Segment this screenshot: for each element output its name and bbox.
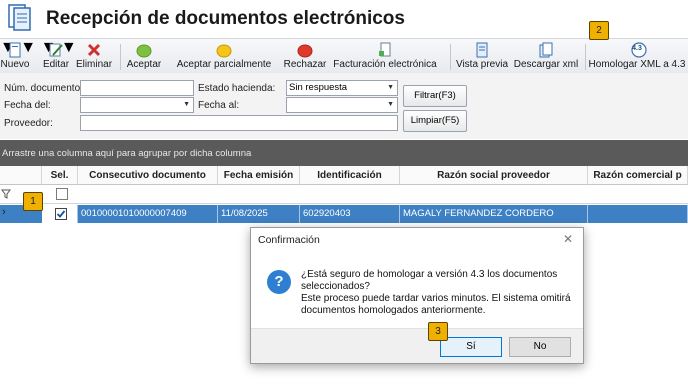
dialog-message-line: Este proceso puede tardar varios minutos… — [301, 293, 571, 304]
electronic-invoicing-button[interactable]: Facturación electrónica — [331, 40, 439, 72]
tax-status-select[interactable]: Sin respuesta ▼ — [286, 80, 398, 96]
row-indicator-header — [0, 166, 42, 185]
accept-partially-label: Aceptar parcialmente — [176, 59, 272, 70]
edit-icon — [49, 43, 63, 57]
homologate-xml-label: Homologar XML a 4.3 — [588, 59, 686, 70]
column-header-fecha[interactable]: Fecha emisión — [218, 166, 300, 185]
current-row-chevron-icon: › — [2, 206, 6, 218]
page-title: Recepción de documentos electrónicos — [46, 8, 405, 29]
date-to-label: Fecha al: — [198, 100, 240, 111]
filter-panel: Núm. documento: Estado hacienda: Sin res… — [0, 73, 688, 139]
accept-button[interactable]: Aceptar — [124, 40, 164, 72]
download-xml-label: Descargar xml — [513, 59, 579, 70]
step-badge-2: 2 — [589, 21, 609, 40]
supplier-label: Proveedor: — [4, 118, 53, 129]
homologate-icon-text: 4.3 — [632, 45, 642, 52]
row-select-checkbox[interactable] — [55, 208, 67, 220]
select-all-checkbox[interactable] — [56, 188, 68, 200]
date-from-label: Fecha del: — [4, 100, 51, 111]
dialog-message-line: ¿Está seguro de homologar a versión 4.3 … — [301, 269, 558, 280]
dialog-title: Confirmación — [258, 234, 320, 246]
filter-icon[interactable] — [1, 189, 11, 199]
group-by-hint: Arrastre una columna aquí para agrupar p… — [2, 148, 252, 159]
column-header-razon-comercial[interactable]: Razón comercial p — [588, 166, 688, 185]
column-header-sel[interactable]: Sel. — [42, 166, 78, 185]
close-icon[interactable]: ✕ — [563, 232, 573, 246]
electronic-invoicing-label: Facturación electrónica — [333, 59, 437, 70]
yes-button[interactable]: Sí — [440, 337, 502, 357]
tax-status-value: Sin respuesta — [289, 82, 348, 93]
toolbar-separator — [585, 44, 586, 70]
dialog-message: ¿Está seguro de homologar a versión 4.3 … — [301, 269, 571, 317]
toolbar-separator — [120, 44, 121, 70]
cell-razon-social: MAGALY FERNANDEZ CORDERO — [400, 205, 588, 223]
download-xml-icon — [539, 42, 553, 58]
question-icon: ? — [267, 270, 291, 294]
cell-consecutivo: 00100001010000007409 — [78, 205, 218, 223]
dialog-footer: Sí No — [251, 328, 583, 363]
document-number-input[interactable] — [80, 80, 194, 96]
green-circle-icon — [136, 44, 152, 58]
new-document-icon — [9, 42, 21, 58]
row-select-cell — [42, 205, 78, 223]
invoice-icon — [379, 42, 391, 57]
chevron-down-icon: ▼ — [183, 101, 190, 108]
reject-label: Rechazar — [283, 59, 327, 70]
homologate-xml-button[interactable]: 4.3 Homologar XML a 4.3 — [588, 40, 686, 72]
title-bar: Recepción de documentos electrónicos — [0, 0, 688, 38]
accept-partially-button[interactable]: Aceptar parcialmente — [174, 40, 274, 72]
download-xml-button[interactable]: Descargar xml — [512, 40, 580, 72]
yellow-circle-icon — [216, 44, 232, 58]
checkmark-icon — [56, 210, 66, 218]
date-from-input[interactable]: ▼ — [80, 97, 194, 113]
document-number-label: Núm. documento: — [4, 83, 83, 94]
delete-icon — [87, 43, 101, 57]
group-by-bar[interactable]: Arrastre una columna aquí para agrupar p… — [0, 140, 688, 166]
toolbar-separator — [450, 44, 451, 70]
dialog-message-line: seleccionados? — [301, 281, 370, 292]
edit-button[interactable]: Editar — [40, 40, 72, 72]
new-button[interactable]: Nuevo — [0, 40, 30, 72]
no-button[interactable]: No — [509, 337, 571, 357]
chevron-down-icon: ▼ — [387, 101, 394, 108]
delete-button[interactable]: Eliminar — [74, 40, 114, 72]
cell-fecha: 11/08/2025 — [218, 205, 300, 223]
cell-razon-comercial — [588, 205, 688, 223]
toolbar: Nuevo ▼ Editar Eliminar Aceptar ▼ Acepta… — [0, 38, 688, 74]
edit-label: Editar — [42, 59, 70, 70]
step-badge-1: 1 — [23, 192, 43, 211]
tax-status-label: Estado hacienda: — [198, 83, 276, 94]
filter-row — [0, 185, 688, 204]
confirmation-dialog: Confirmación ✕ ? ¿Está seguro de homolog… — [250, 227, 584, 364]
preview-label: Vista previa — [455, 59, 509, 70]
app-logo-icon — [8, 4, 31, 31]
new-label: Nuevo — [0, 59, 30, 70]
supplier-input[interactable] — [80, 115, 398, 131]
column-header-identificacion[interactable]: Identificación — [300, 166, 400, 185]
chevron-down-icon: ▼ — [387, 84, 394, 91]
column-header-consecutivo[interactable]: Consecutivo documento — [78, 166, 218, 185]
table-row[interactable]: › 00100001010000007409 11/08/2025 602920… — [0, 205, 688, 223]
clear-button[interactable]: Limpiar(F5) — [403, 110, 467, 132]
dialog-message-line: documentos homologados anteriormente. — [301, 305, 486, 316]
preview-button[interactable]: Vista previa — [455, 40, 509, 72]
preview-icon — [476, 42, 488, 58]
cell-identificacion: 602920403 — [300, 205, 400, 223]
delete-label: Eliminar — [75, 59, 113, 70]
red-circle-icon — [297, 44, 313, 58]
column-header-razon-social[interactable]: Razón social proveedor — [400, 166, 588, 185]
step-badge-3: 3 — [428, 322, 448, 341]
filter-button[interactable]: Filtrar(F3) — [403, 85, 467, 107]
reject-button[interactable]: Rechazar — [283, 40, 327, 72]
date-to-input[interactable]: ▼ — [286, 97, 398, 113]
accept-label: Aceptar — [126, 59, 162, 70]
